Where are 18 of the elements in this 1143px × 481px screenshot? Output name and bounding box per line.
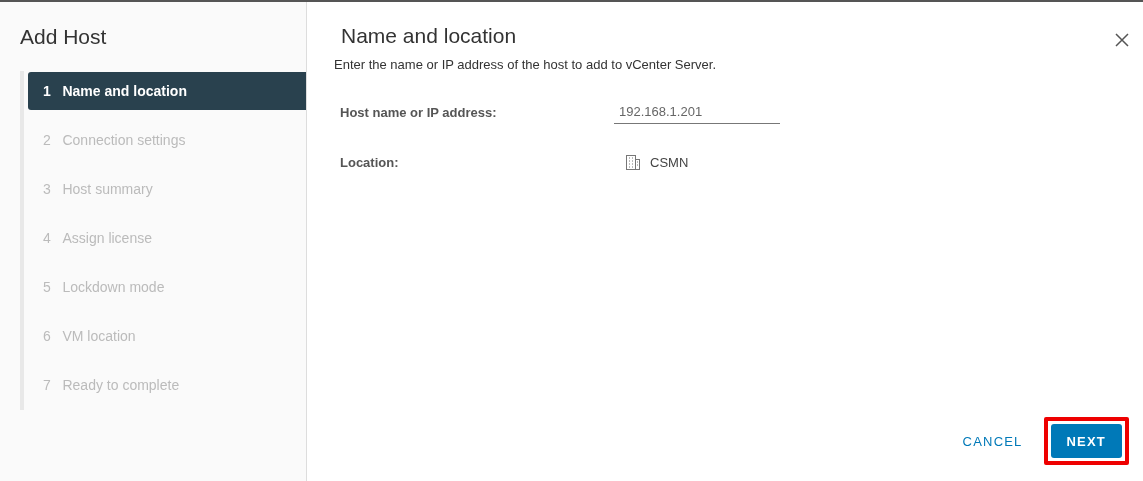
step-item[interactable]: 6 VM location (28, 317, 306, 355)
description-text: Enter the name or IP address of the host to add to vCenter Server. (334, 57, 718, 72)
step-item[interactable]: 2 Connection settings (28, 121, 306, 159)
next-button[interactable]: NEXT (1050, 424, 1122, 458)
step-item[interactable]: 3 Host summary (28, 170, 306, 208)
field-label: Location: (340, 154, 400, 170)
cancel-button[interactable]: CANCEL (956, 424, 1029, 458)
step-item[interactable]: 7 Ready to complete (28, 366, 306, 404)
wizard-title: Add Host (20, 25, 108, 49)
step-item[interactable]: 5 Lockdown mode (28, 268, 306, 306)
field-label: Host name or IP address: (340, 104, 498, 120)
location-value: CSMN (650, 154, 689, 170)
step-item[interactable]: 4 Assign license (28, 219, 306, 257)
close-icon[interactable] (1115, 33, 1129, 47)
page-title: Name and location (341, 24, 517, 48)
host-input-field[interactable]: 192.168.1.201 (614, 100, 780, 124)
step-item[interactable]: 1 Name and location (28, 72, 306, 110)
building-icon (626, 154, 640, 170)
